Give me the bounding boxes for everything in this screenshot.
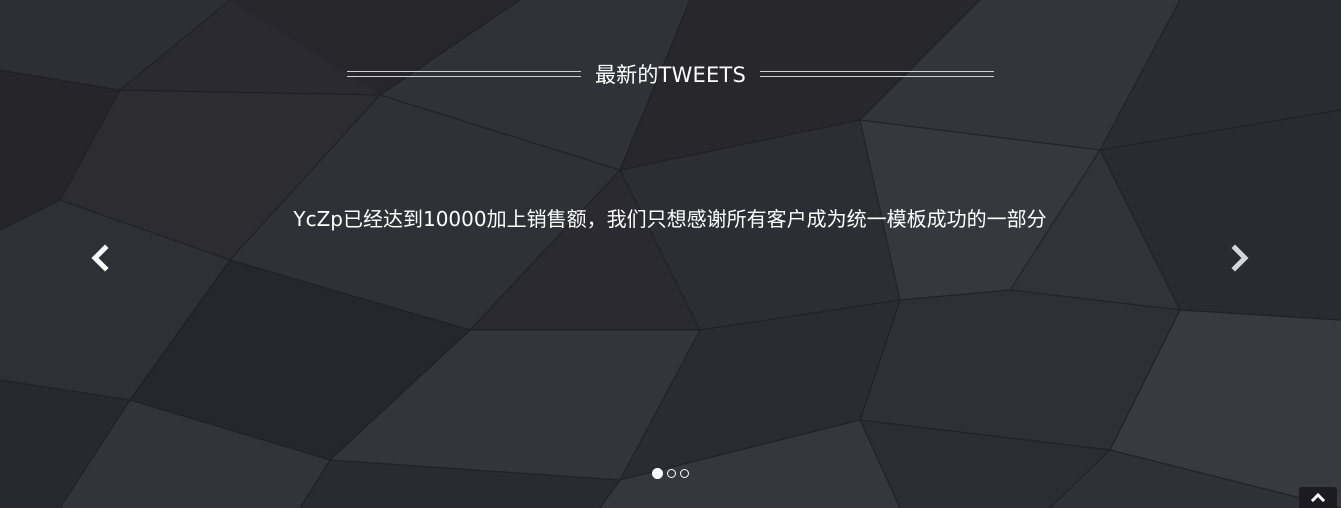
heading-rule-right <box>760 71 995 77</box>
back-to-top-button[interactable] <box>1299 487 1337 508</box>
carousel-dot-2[interactable] <box>667 469 676 478</box>
chevron-up-icon <box>1310 487 1326 506</box>
carousel-indicators <box>0 468 1341 483</box>
tweet-text: YcZp已经达到10000加上销售额，我们只想感谢所有客户成为统一模板成功的一部… <box>293 207 1047 231</box>
carousel-dot-1[interactable] <box>652 468 663 479</box>
chevron-left-icon <box>90 243 110 277</box>
chevron-right-icon <box>1230 243 1250 277</box>
section-heading: 最新的TWEETS <box>0 58 1341 90</box>
carousel-next-button[interactable] <box>1228 244 1252 276</box>
carousel-prev-button[interactable] <box>88 244 112 276</box>
carousel-dot-3[interactable] <box>680 469 689 478</box>
heading-rule-left <box>346 71 581 77</box>
tweets-section: 最新的TWEETS YcZp已经达到10000加上销售额，我们只想感谢所有客户成… <box>0 0 1341 508</box>
section-title: 最新的TWEETS <box>594 63 747 87</box>
